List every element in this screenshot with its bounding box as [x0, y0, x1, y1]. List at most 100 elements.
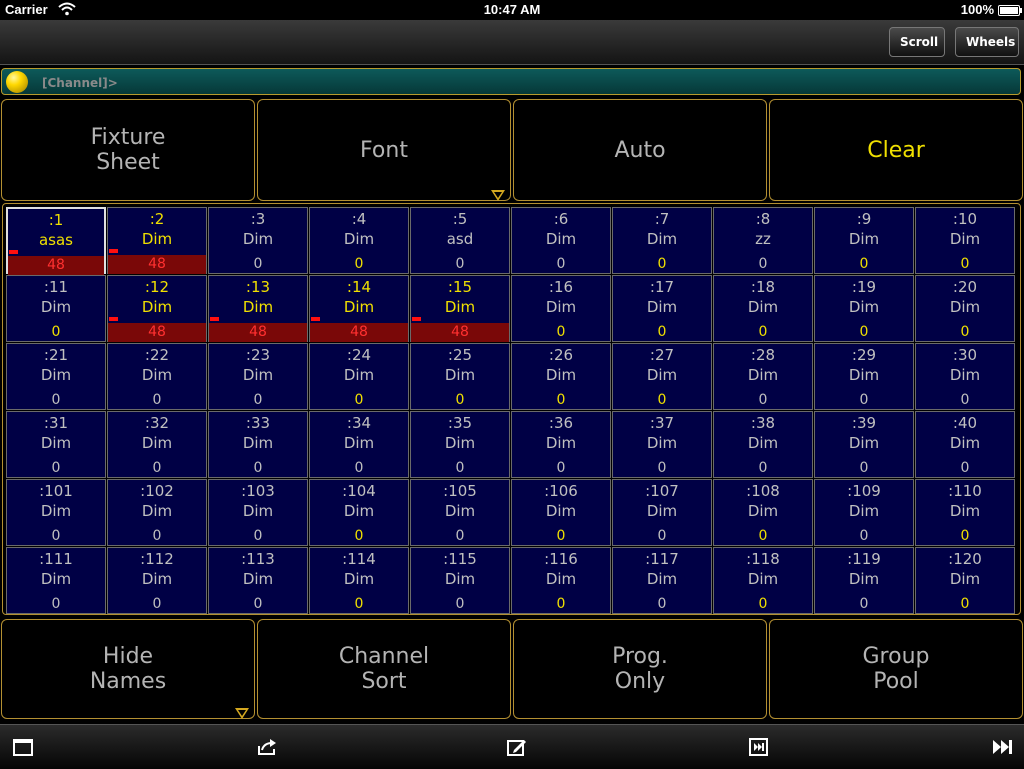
channel-cell[interactable]: :29 Dim 0 — [814, 343, 914, 410]
channel-cell[interactable]: :38 Dim 0 — [713, 411, 813, 478]
window-icon[interactable] — [12, 737, 34, 757]
channel-cell[interactable]: :11 Dim 0 — [6, 275, 106, 342]
channel-cell[interactable]: :26 Dim 0 — [511, 343, 611, 410]
channel-name: Dim — [141, 434, 173, 452]
channel-cell[interactable]: :33 Dim 0 — [208, 411, 308, 478]
channel-number: :1 — [48, 211, 64, 229]
channel-cell[interactable]: :31 Dim 0 — [6, 411, 106, 478]
channel-number: :9 — [856, 210, 872, 228]
channel-cell[interactable]: :18 Dim 0 — [713, 275, 813, 342]
channel-cell[interactable]: :22 Dim 0 — [107, 343, 207, 410]
channel-name: Dim — [242, 570, 274, 588]
channel-cell[interactable]: :103 Dim 0 — [208, 479, 308, 546]
channel-cell[interactable]: :116 Dim 0 — [511, 547, 611, 614]
command-line[interactable]: [Channel]> — [1, 68, 1021, 95]
channel-cell[interactable]: :110 Dim 0 — [915, 479, 1015, 546]
fast-forward-icon[interactable] — [992, 737, 1014, 757]
channel-cell[interactable]: :3 Dim 0 — [208, 207, 308, 274]
channel-number: :26 — [548, 346, 574, 364]
share-icon[interactable] — [256, 737, 278, 757]
channel-cell[interactable]: :4 Dim 0 — [309, 207, 409, 274]
channel-cell[interactable]: :101 Dim 0 — [6, 479, 106, 546]
channel-cell[interactable]: :24 Dim 0 — [309, 343, 409, 410]
next-frame-icon[interactable] — [748, 737, 770, 757]
channel-cell[interactable]: :108 Dim 0 — [713, 479, 813, 546]
channel-cell[interactable]: :40 Dim 0 — [915, 411, 1015, 478]
status-bar: Carrier 10:47 AM 100% — [0, 0, 1024, 20]
channel-cell[interactable]: :25 Dim 0 — [410, 343, 510, 410]
clear-button[interactable]: Clear — [769, 99, 1023, 201]
channel-value: 0 — [455, 596, 465, 612]
channel-cell[interactable]: :118 Dim 0 — [713, 547, 813, 614]
channel-cell[interactable]: :17 Dim 0 — [612, 275, 712, 342]
channel-cell[interactable]: :104 Dim 0 — [309, 479, 409, 546]
channel-cell[interactable]: :12 Dim 48 — [107, 275, 207, 342]
channel-cell[interactable]: :115 Dim 0 — [410, 547, 510, 614]
channel-cell[interactable]: :119 Dim 0 — [814, 547, 914, 614]
channel-name: Dim — [646, 230, 678, 248]
wheels-button[interactable]: Wheels — [955, 27, 1019, 57]
channel-value: 0 — [758, 256, 768, 272]
channel-cell[interactable]: :111 Dim 0 — [6, 547, 106, 614]
auto-button[interactable]: Auto — [513, 99, 767, 201]
channel-cell[interactable]: :106 Dim 0 — [511, 479, 611, 546]
channel-cell[interactable]: :7 Dim 0 — [612, 207, 712, 274]
channel-name: Dim — [545, 230, 577, 248]
channel-value: 48 — [411, 323, 509, 342]
channel-cell[interactable]: :105 Dim 0 — [410, 479, 510, 546]
channel-cell[interactable]: :34 Dim 0 — [309, 411, 409, 478]
channel-cell[interactable]: :14 Dim 48 — [309, 275, 409, 342]
channel-cell[interactable]: :21 Dim 0 — [6, 343, 106, 410]
channel-cell[interactable]: :15 Dim 48 — [410, 275, 510, 342]
channel-cell[interactable]: :2 Dim 48 — [107, 207, 207, 274]
prog-only-label: Prog. Only — [612, 644, 668, 694]
bottom-toolbar — [0, 724, 1024, 769]
channel-name: Dim — [40, 502, 72, 520]
channel-cell[interactable]: :27 Dim 0 — [612, 343, 712, 410]
channel-cell[interactable]: :20 Dim 0 — [915, 275, 1015, 342]
channel-cell[interactable]: :30 Dim 0 — [915, 343, 1015, 410]
fixture-sheet-button[interactable]: Fixture Sheet — [1, 99, 255, 201]
channel-cell[interactable]: :6 Dim 0 — [511, 207, 611, 274]
channel-number: :34 — [346, 414, 372, 432]
intensity-marker — [412, 317, 421, 321]
channel-number: :23 — [245, 346, 271, 364]
channel-value: 0 — [657, 528, 667, 544]
channel-name: Dim — [747, 570, 779, 588]
channel-cell[interactable]: :23 Dim 0 — [208, 343, 308, 410]
channel-name: Dim — [444, 570, 476, 588]
channel-value: 0 — [152, 528, 162, 544]
scroll-button[interactable]: Scroll — [889, 27, 945, 57]
channel-cell[interactable]: :109 Dim 0 — [814, 479, 914, 546]
prog-only-button[interactable]: Prog. Only — [513, 619, 767, 719]
channel-cell[interactable]: :16 Dim 0 — [511, 275, 611, 342]
font-button[interactable]: Font — [257, 99, 511, 201]
channel-cell[interactable]: :1 asas 48 — [6, 207, 106, 275]
edit-icon[interactable] — [506, 737, 528, 757]
channel-cell[interactable]: :8 zz 0 — [713, 207, 813, 274]
channel-sort-button[interactable]: Channel Sort — [257, 619, 511, 719]
channel-cell[interactable]: :28 Dim 0 — [713, 343, 813, 410]
channel-cell[interactable]: :37 Dim 0 — [612, 411, 712, 478]
channel-cell[interactable]: :35 Dim 0 — [410, 411, 510, 478]
channel-cell[interactable]: :36 Dim 0 — [511, 411, 611, 478]
channel-cell[interactable]: :113 Dim 0 — [208, 547, 308, 614]
channel-name: Dim — [444, 434, 476, 452]
channel-cell[interactable]: :32 Dim 0 — [107, 411, 207, 478]
channel-cell[interactable]: :114 Dim 0 — [309, 547, 409, 614]
channel-cell[interactable]: :13 Dim 48 — [208, 275, 308, 342]
channel-cell[interactable]: :10 Dim 0 — [915, 207, 1015, 274]
group-pool-button[interactable]: Group Pool — [769, 619, 1023, 719]
channel-cell[interactable]: :107 Dim 0 — [612, 479, 712, 546]
channel-cell[interactable]: :39 Dim 0 — [814, 411, 914, 478]
channel-cell[interactable]: :9 Dim 0 — [814, 207, 914, 274]
channel-cell[interactable]: :112 Dim 0 — [107, 547, 207, 614]
channel-cell[interactable]: :120 Dim 0 — [915, 547, 1015, 614]
hide-names-button[interactable]: Hide Names — [1, 619, 255, 719]
channel-number: :20 — [952, 278, 978, 296]
channel-cell[interactable]: :117 Dim 0 — [612, 547, 712, 614]
channel-cell[interactable]: :19 Dim 0 — [814, 275, 914, 342]
channel-cell[interactable]: :102 Dim 0 — [107, 479, 207, 546]
channel-cell[interactable]: :5 asd 0 — [410, 207, 510, 274]
channel-value: 48 — [108, 255, 206, 274]
